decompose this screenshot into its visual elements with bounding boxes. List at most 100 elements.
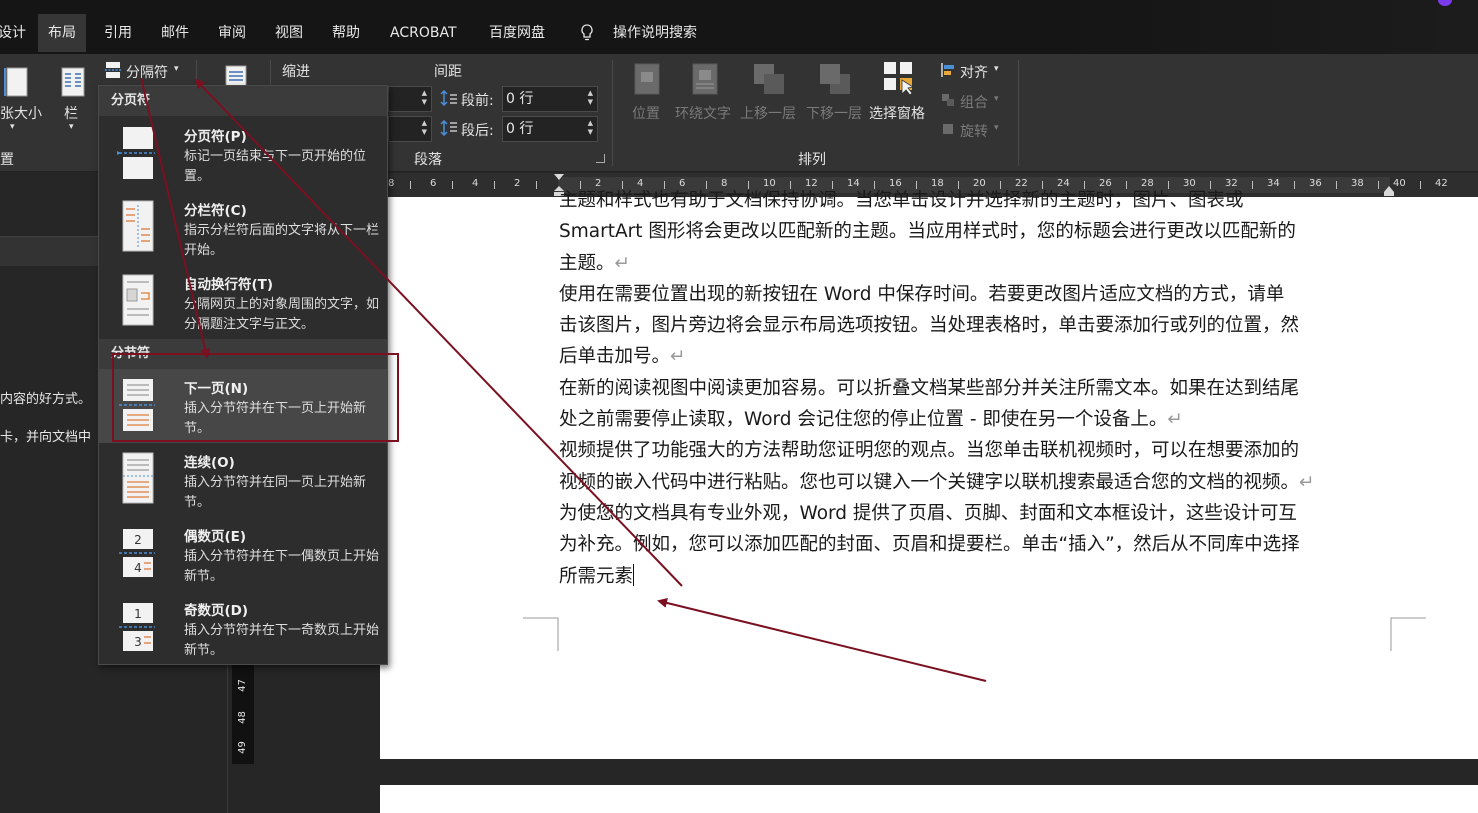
breaks-button[interactable]: 分隔符 xyxy=(126,62,168,82)
send-backward-button[interactable]: 下移一层 xyxy=(806,103,862,123)
menu-item-title: 分栏符(C) xyxy=(184,203,247,219)
document-line[interactable]: 使用在需要位置出现的新按钮在 Word 中保存时间。若要更改图片适应文档的方式，… xyxy=(559,279,1399,310)
ruler-minor-tick xyxy=(494,181,495,189)
continuous-break-icon xyxy=(122,452,154,504)
space-before-icon xyxy=(440,89,457,107)
indent-right-input[interactable]: ▲ ▼ xyxy=(388,116,432,142)
svg-text:1: 1 xyxy=(134,607,142,621)
tab-acrobat[interactable]: ACROBAT xyxy=(380,14,467,52)
margin-corner-mark xyxy=(523,617,559,651)
document-line-text: 主题。 xyxy=(559,252,615,274)
columns-icon xyxy=(61,67,85,97)
ribbon-tab-bar: 设计 布局 引用 邮件 审阅 视图 帮助 ACROBAT 百度网盘 操作说明搜索 xyxy=(0,0,1478,54)
ruler-tick: 8 xyxy=(388,178,395,189)
page-size-button[interactable]: 张大小 xyxy=(0,103,42,123)
columns-button[interactable]: 栏 xyxy=(64,103,78,123)
menu-item-title: 分页符(P) xyxy=(184,129,247,145)
group-button[interactable]: 组合 xyxy=(960,92,988,112)
group-separator xyxy=(612,60,613,166)
column-break-icon xyxy=(122,200,154,252)
wrap-text-icon xyxy=(692,63,718,95)
chevron-down-icon: ▾ xyxy=(69,122,74,132)
arrange-group-label: 排列 xyxy=(798,152,826,168)
ruler-minor-tick xyxy=(536,181,537,189)
document-line[interactable]: 在新的阅读视图中阅读更加容易。可以折叠文档某些部分并关注所需文本。如果在达到结尾 xyxy=(559,373,1399,404)
text-wrapping-break-icon xyxy=(122,274,154,326)
document-line[interactable]: 所需元素 xyxy=(559,561,1399,592)
send-backward-icon xyxy=(820,64,850,94)
tab-baidu-netdisk[interactable]: 百度网盘 xyxy=(479,14,555,52)
svg-text:3: 3 xyxy=(134,635,142,649)
page-breaks-header: 分页符 xyxy=(99,86,387,116)
menu-item-text-wrapping-break[interactable]: 自动换行符(T) 分隔网页上的对象周围的文字，如分隔题注文字与正文。 xyxy=(99,265,387,339)
menu-item-description: 指示分栏符后面的文字将从下一栏开始。 xyxy=(184,223,380,258)
document-line[interactable]: 后单击加号。↵ xyxy=(559,341,1399,372)
document-body[interactable]: 主题和样式也有助于文档保持协调。当您单击设计并选择新的主题时，图片、图表或 Sma… xyxy=(559,185,1399,592)
document-next-page[interactable] xyxy=(380,785,1478,813)
chevron-down-icon: ▾ xyxy=(174,64,179,74)
document-line[interactable]: 视频的嵌入代码中进行粘贴。您也可以键入一个关键字以联机搜索最适合您的文档的视频。… xyxy=(559,467,1399,498)
paragraph-mark-icon: ↵ xyxy=(1299,471,1315,493)
tell-me-search[interactable]: 操作说明搜索 xyxy=(603,14,707,52)
indent-left-input[interactable]: ▲ ▼ xyxy=(388,86,432,112)
wrap-text-button[interactable]: 环绕文字 xyxy=(675,103,731,123)
ruler-tick: 6 xyxy=(430,178,437,189)
document-line[interactable]: 主题。↵ xyxy=(559,248,1399,279)
breaks-icon xyxy=(105,62,121,78)
menu-item-page-break[interactable]: 分页符(P) 标记一页结束与下一页开始的位置。 xyxy=(99,117,387,191)
document-line-text: 击该图片，图片旁边将会显示布局选项按钮。当处理表格时，单击要添加行或列的位置，然 xyxy=(559,315,1300,337)
document-line[interactable]: SmartArt 图形将会更改以匹配新的主题。当应用样式时，您的标题会进行更改以… xyxy=(559,216,1399,247)
rotate-button[interactable]: 旋转 xyxy=(960,121,988,141)
selection-pane-icon xyxy=(884,62,915,96)
document-line[interactable]: 主题和样式也有助于文档保持协调。当您单击设计并选择新的主题时，图片、图表或 xyxy=(559,185,1399,216)
document-line[interactable]: 为使您的文档具有专业外观，Word 提供了页眉、页脚、封面和文本框设计，这些设计… xyxy=(559,498,1399,529)
bring-forward-button[interactable]: 上移一层 xyxy=(740,103,796,123)
navigation-pane-text: 卡，并向文档中 xyxy=(0,430,92,445)
document-line[interactable]: 处之前需要停止读取，Word 会记住您的停止位置 - 即使在另一个设备上。↵ xyxy=(559,404,1399,435)
page-gap xyxy=(380,759,1478,785)
menu-item-description: 标记一页结束与下一页开始的位置。 xyxy=(184,149,367,184)
menu-item-column-break[interactable]: 分栏符(C) 指示分栏符后面的文字将从下一栏开始。 xyxy=(99,191,387,265)
vertical-ruler-tick: 49 xyxy=(236,741,248,754)
document-line[interactable]: 击该图片，图片旁边将会显示布局选项按钮。当处理表格时，单击要添加行或列的位置，然 xyxy=(559,310,1399,341)
space-before-input[interactable]: 0 行 ▲ ▼ xyxy=(502,86,598,112)
tab-mailings[interactable]: 邮件 xyxy=(151,14,199,52)
menu-item-next-page[interactable]: 下一页(N) 插入分节符并在下一页上开始新节。 xyxy=(99,369,387,443)
document-line-text: 后单击加号。 xyxy=(559,346,671,368)
position-button[interactable]: 位置 xyxy=(632,103,660,123)
paragraph-dialog-launcher-icon[interactable] xyxy=(596,154,605,163)
space-after-label: 段后: xyxy=(461,123,494,139)
selection-pane-button[interactable]: 选择窗格 xyxy=(869,103,925,123)
document-page[interactable]: 主题和样式也有助于文档保持协调。当您单击设计并选择新的主题时，图片、图表或 Sma… xyxy=(380,190,1478,759)
tab-view[interactable]: 视图 xyxy=(265,14,313,52)
chevron-down-icon: ▾ xyxy=(10,122,15,132)
text-cursor xyxy=(633,563,635,586)
rotate-icon xyxy=(943,124,953,134)
tab-layout[interactable]: 布局 xyxy=(38,14,86,52)
bring-forward-icon xyxy=(754,64,784,94)
ruler-minor-tick xyxy=(410,181,411,189)
menu-item-continuous[interactable]: 连续(O) 插入分节符并在同一页上开始新节。 xyxy=(99,443,387,517)
vertical-ruler: 47 48 49 xyxy=(232,664,254,764)
paragraph-mark-icon: ↵ xyxy=(614,252,631,274)
document-line-text: 使用在需要位置出现的新按钮在 Word 中保存时间。若要更改图片适应文档的方式，… xyxy=(559,283,1285,305)
align-icon xyxy=(941,63,954,77)
tab-help[interactable]: 帮助 xyxy=(322,14,370,52)
tab-references[interactable]: 引用 xyxy=(94,14,142,52)
menu-item-description: 插入分节符并在同一页上开始新节。 xyxy=(184,475,367,510)
chevron-down-icon: ▾ xyxy=(994,123,999,133)
section-breaks-header: 分节符 xyxy=(99,339,387,369)
document-line-text: 为使您的文档具有专业外观，Word 提供了页眉、页脚、封面和文本框设计，这些设计… xyxy=(559,502,1297,524)
menu-item-even-page[interactable]: 2 4 偶数页(E) 插入分节符并在下一偶数页上开始新节。 xyxy=(99,517,387,591)
document-line[interactable]: 视频提供了功能强大的方法帮助您证明您的观点。当您单击联机视频时，可以在想要添加的 xyxy=(559,435,1399,466)
space-after-input[interactable]: 0 行 ▲ ▼ xyxy=(502,116,598,142)
tab-design[interactable]: 设计 xyxy=(0,14,36,52)
page-setup-group-label: 置 xyxy=(0,152,14,168)
menu-item-odd-page[interactable]: 1 3 奇数页(D) 插入分节符并在下一奇数页上开始新节。 xyxy=(99,591,387,665)
breaks-dropdown-menu: 分页符 分页符(P) 标记一页结束与下一页开始的位置。 分栏符(C) 指示分栏符… xyxy=(98,85,388,665)
document-line-text: 在新的阅读视图中阅读更加容易。可以折叠文档某些部分并关注所需文本。如果在达到结尾 xyxy=(559,377,1300,399)
document-line[interactable]: 为补充。例如，您可以添加匹配的封面、页眉和提要栏。单击“插入”，然后从不同库中选… xyxy=(559,529,1399,560)
paragraph-group-label: 段落 xyxy=(414,152,442,168)
tab-review[interactable]: 审阅 xyxy=(208,14,256,52)
align-button[interactable]: 对齐 xyxy=(960,62,988,82)
